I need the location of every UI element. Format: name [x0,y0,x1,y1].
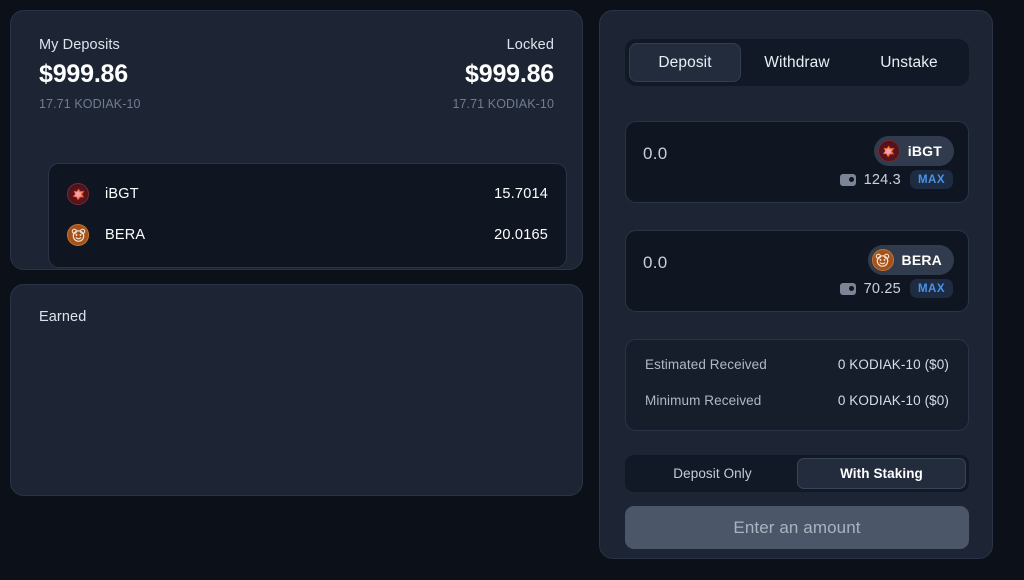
estimated-received-value: 0 KODIAK-10 ($0) [837,357,949,372]
tab-deposit[interactable]: Deposit [629,43,741,82]
my-deposits-block: My Deposits $999.86 17.71 KODIAK-10 [39,37,141,111]
my-deposits-value: $999.86 [39,60,128,88]
estimated-received-label: Estimated Received [645,357,767,372]
token-pill-label: iBGT [907,143,942,159]
table-row: BERA 20.0165 [67,219,548,251]
staking-mode-toggle: Deposit Only With Staking [625,455,969,492]
staking-page: My Deposits $999.86 17.71 KODIAK-10 Lock… [0,0,1024,580]
ibgt-coin-icon [67,183,89,205]
token-amount: 15.7014 [494,186,548,202]
bera-coin-icon [67,224,89,246]
table-row: iBGT 15.7014 [67,178,548,210]
earned-card: Earned KDK 0.0000344844 $0.00 Claim [10,284,583,496]
estimated-received-row: Estimated Received 0 KODIAK-10 ($0) [645,357,949,372]
max-button[interactable]: MAX [909,170,953,189]
estimates-box: Estimated Received 0 KODIAK-10 ($0) Mini… [625,339,969,431]
locked-sub: 17.71 KODIAK-10 [452,97,554,111]
token-selector-ibgt[interactable]: iBGT [873,136,954,166]
amount-input[interactable] [643,144,793,164]
balance-row: 70.25 MAX [839,279,953,298]
tab-unstake[interactable]: Unstake [853,43,965,82]
tab-withdraw[interactable]: Withdraw [741,43,853,82]
token-pill-label: BERA [901,252,942,268]
token-name: iBGT [105,186,139,202]
bera-coin-icon [871,249,894,271]
max-button[interactable]: MAX [909,279,953,298]
amount-input-row-bera: BERA 70.25 MAX [625,230,969,312]
ibgt-coin-icon [877,140,900,162]
deposit-panel: Deposit Withdraw Unstake iBGT 124.3 MAX [599,10,993,559]
minimum-received-row: Minimum Received 0 KODIAK-10 ($0) [645,393,949,408]
action-tab-bar: Deposit Withdraw Unstake [625,39,969,86]
token-amount: 20.0165 [494,227,548,243]
submit-button[interactable]: Enter an amount [625,506,969,549]
locked-value: $999.86 [465,60,554,88]
balance-row: 124.3 MAX [839,170,953,189]
mode-deposit-only[interactable]: Deposit Only [628,458,797,489]
earned-title: Earned [39,309,87,325]
token-name: BERA [105,227,146,243]
minimum-received-value: 0 KODIAK-10 ($0) [837,393,949,408]
wallet-balance: 70.25 [863,280,901,297]
locked-label: Locked [506,37,554,53]
amount-input[interactable] [643,253,793,273]
my-deposits-card: My Deposits $999.86 17.71 KODIAK-10 Lock… [10,10,583,270]
wallet-balance: 124.3 [863,171,901,188]
mode-with-staking[interactable]: With Staking [797,458,966,489]
amount-input-row-ibgt: iBGT 124.3 MAX [625,121,969,203]
my-deposits-sub: 17.71 KODIAK-10 [39,97,141,111]
locked-block: Locked $999.86 17.71 KODIAK-10 [452,37,554,111]
minimum-received-label: Minimum Received [645,393,762,408]
summary-row: My Deposits $999.86 17.71 KODIAK-10 Lock… [39,37,554,111]
token-selector-bera[interactable]: BERA [867,245,954,275]
wallet-icon [839,173,856,186]
wallet-icon [839,282,856,295]
my-deposits-label: My Deposits [39,37,120,53]
deposit-token-list: iBGT 15.7014 BERA 20.0165 [48,163,567,268]
